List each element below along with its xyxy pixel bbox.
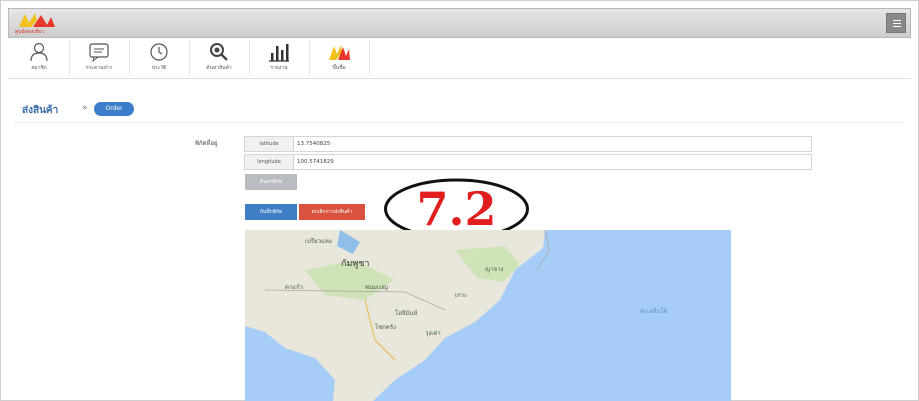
toolbar-item-search[interactable]: ค้นหาสินค้า — [194, 42, 244, 76]
chat-icon — [89, 43, 109, 62]
save-location-button[interactable]: บันทึกพิกัด — [245, 204, 297, 220]
toolbar-label: ขึ้นชื่อ — [332, 65, 346, 71]
toolbar-label: ประวัติ — [151, 65, 167, 71]
user-icon — [30, 42, 48, 62]
app-logo[interactable]: ศูนย์ท่องเที่ยว — [15, 11, 59, 35]
map-label-city: โซกตรัง — [375, 324, 396, 331]
toolbar-label: กระดานข่าว — [85, 65, 113, 71]
logo-text: ศูนย์ท่องเที่ยว — [15, 29, 45, 35]
location-label: พิกัดที่อยู่ — [195, 140, 218, 147]
toolbar-divider — [309, 40, 310, 76]
toolbar-divider — [189, 40, 190, 76]
main-toolbar: สมาชิก กระดานข่าว ประวัติ ค้นหาสินค้า รา… — [8, 38, 911, 79]
toolbar-item-brand[interactable]: ขึ้นชื่อ — [314, 42, 364, 76]
breadcrumb-separator: » — [82, 103, 88, 113]
toolbar-divider — [249, 40, 250, 76]
map-label-region: พนมเปญ — [365, 284, 388, 291]
longitude-addon: longitude — [245, 155, 294, 169]
content-divider — [14, 122, 904, 123]
map-label-city: ตาแก้ว — [285, 284, 304, 291]
bar-chart-icon — [269, 44, 289, 62]
title-bar: ศูนย์ท่องเที่ยว — [8, 8, 911, 38]
map-label-city: เปรียวแหง — [305, 238, 332, 245]
toolbar-divider — [129, 40, 130, 76]
brand-logo-icon — [19, 13, 55, 27]
toolbar-item-members[interactable]: สมาชิก — [14, 42, 64, 76]
toolbar-item-board[interactable]: กระดานข่าว — [74, 42, 124, 76]
toolbar-divider — [69, 40, 70, 76]
longitude-field: longitude — [244, 154, 812, 170]
map-label-city: วุงเต่า — [425, 330, 441, 337]
latitude-field: latitude — [244, 136, 812, 152]
longitude-input[interactable] — [297, 155, 797, 169]
map-label-sea: ทะเลจีนใต้ — [640, 308, 668, 315]
locate-button[interactable]: ค้นหาพิกัด — [245, 174, 297, 190]
toolbar-item-report[interactable]: รายงาน — [254, 42, 304, 76]
toolbar-item-history[interactable]: ประวัติ — [134, 42, 184, 76]
toolbar-label: รายงาน — [270, 65, 288, 71]
map-label-region: โฮจิมินห์ — [395, 310, 418, 317]
breadcrumb-badge[interactable]: Order — [94, 102, 134, 116]
map-label-region: ญาจาง — [485, 266, 504, 273]
clock-icon — [150, 43, 168, 61]
menu-icon-line — [893, 23, 901, 24]
map-label-country: กัมพูชา — [341, 259, 370, 269]
toolbar-divider — [369, 40, 370, 76]
map-view[interactable]: กัมพูชา พนมเปญ โฮจิมินห์ ญาจาง เกาะ เปรี… — [245, 230, 731, 401]
menu-icon-line — [893, 26, 901, 27]
cancel-order-button[interactable]: ยกเลิกการส่งสินค้า — [299, 204, 365, 220]
menu-button[interactable] — [886, 13, 906, 33]
brand-logo-icon — [329, 45, 350, 60]
toolbar-label: ค้นหาสินค้า — [206, 65, 232, 71]
map-label-region: เกาะ — [455, 292, 468, 299]
toolbar-label: สมาชิก — [31, 65, 47, 71]
latitude-addon: latitude — [245, 137, 294, 151]
menu-icon-line — [893, 20, 901, 21]
search-icon — [210, 43, 228, 61]
page-title: ส่งสินค้า — [22, 105, 59, 116]
latitude-input[interactable] — [297, 137, 797, 151]
